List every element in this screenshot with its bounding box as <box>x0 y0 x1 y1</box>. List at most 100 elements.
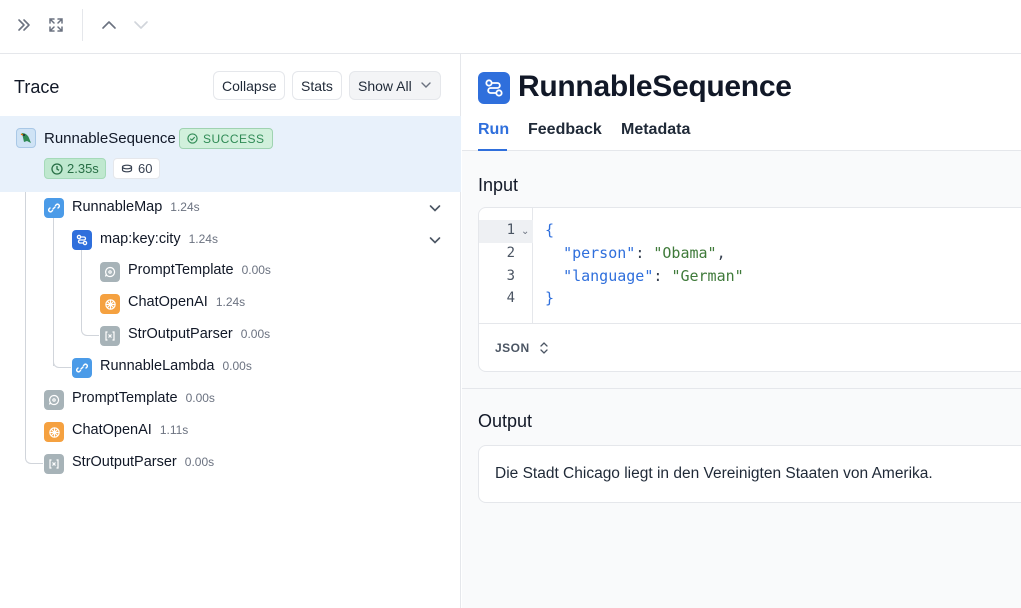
top-toolbar <box>0 0 1021 54</box>
code-line: "language": "German" <box>563 267 744 285</box>
json-key: "person" <box>563 244 636 262</box>
input-code-viewer[interactable]: 1 2 3 4 ⌄ { "person": "Obama", "language… <box>478 207 1021 372</box>
link-icon <box>72 358 92 378</box>
code-line: "person": "Obama", <box>563 244 726 262</box>
openai-icon <box>44 422 64 442</box>
json-value: "Obama" <box>653 244 717 262</box>
node-name: RunnableLambda <box>100 358 215 374</box>
detail-tabs: Run Feedback Metadata <box>462 114 1021 151</box>
show-all-dropdown[interactable]: Show All <box>349 71 441 100</box>
output-viewer[interactable]: Die Stadt Chicago liegt in den Vereinigt… <box>478 445 1021 503</box>
tree-connector <box>25 192 26 452</box>
stats-button[interactable]: Stats <box>292 71 342 100</box>
line-number: 1 <box>506 222 515 238</box>
output-heading: Output <box>478 411 533 431</box>
node-time: 0.00s <box>185 391 215 405</box>
tree-connector <box>81 250 82 326</box>
node-time: 0.00s <box>240 327 271 341</box>
json-brace: } <box>545 289 555 307</box>
section-divider <box>462 388 1021 389</box>
trace-node-stroutputparser[interactable]: StrOutputParser 0.00s <box>72 454 214 476</box>
tab-metadata[interactable]: Metadata <box>621 121 690 139</box>
parser-icon <box>44 454 64 474</box>
fold-chevron-icon[interactable]: ⌄ <box>521 226 529 237</box>
trace-root-row[interactable]: RunnableSequence SUCCESS 2.35s 60 <box>0 116 461 192</box>
link-icon <box>44 198 64 218</box>
check-circle-icon <box>187 133 198 144</box>
trace-title: Trace <box>14 77 60 97</box>
collapse-button[interactable]: Collapse <box>213 71 286 100</box>
code-line: } <box>545 289 554 307</box>
format-label: JSON <box>495 341 530 355</box>
format-selector[interactable]: JSON <box>495 341 548 355</box>
node-time: 1.24s <box>188 232 218 246</box>
coins-icon <box>121 164 133 172</box>
trace-node-runnablelambda[interactable]: RunnableLambda 0.00s <box>100 358 252 380</box>
line-gutter: 1 2 3 4 ⌄ <box>479 208 533 323</box>
node-name: PromptTemplate <box>128 262 234 278</box>
sequence-icon <box>478 72 510 104</box>
chevron-down-icon <box>420 78 432 94</box>
tab-run[interactable]: Run <box>478 121 509 139</box>
node-time: 1.24s <box>170 200 200 214</box>
node-name: PromptTemplate <box>72 390 178 406</box>
trace-node-map-key-city[interactable]: map:key:city 1.24s <box>100 231 218 253</box>
openai-icon <box>100 294 120 314</box>
chevron-down-icon[interactable] <box>130 14 152 36</box>
chevron-down-icon[interactable] <box>427 200 443 216</box>
node-name: RunnableMap <box>72 199 163 215</box>
node-name: map:key:city <box>100 231 181 247</box>
line-number: 4 <box>506 290 515 306</box>
expand-icon[interactable] <box>45 14 67 36</box>
code-line: { <box>545 221 554 239</box>
chevron-up-icon[interactable] <box>98 14 120 36</box>
tree-connector <box>25 452 43 464</box>
json-brace: { <box>545 221 555 239</box>
latency-value: 2.35s <box>67 161 99 176</box>
status-text: SUCCESS <box>203 131 265 146</box>
node-time: 0.00s <box>184 455 215 469</box>
node-name: ChatOpenAI <box>72 422 152 438</box>
sequence-icon <box>72 230 92 250</box>
json-key: "language" <box>563 267 654 285</box>
show-all-label: Show All <box>358 77 412 94</box>
parser-icon <box>100 326 120 346</box>
clock-icon <box>51 162 63 175</box>
trace-node-stroutputparser[interactable]: StrOutputParser 0.00s <box>128 326 270 348</box>
trace-node-prompttemplate[interactable]: PromptTemplate 0.00s <box>128 262 271 284</box>
status-badge: SUCCESS <box>179 128 273 149</box>
tokens-value: 60 <box>138 161 153 176</box>
node-time: 1.11s <box>159 423 189 437</box>
toolbar-divider <box>82 9 83 41</box>
input-heading: Input <box>478 175 519 195</box>
tab-feedback[interactable]: Feedback <box>528 121 602 139</box>
sort-chevrons-icon <box>540 342 548 354</box>
trace-node-chatopenai[interactable]: ChatOpenAI 1.24s <box>128 294 245 316</box>
double-chevron-right-icon[interactable] <box>13 14 35 36</box>
trace-node-runnablemap[interactable]: RunnableMap 1.24s <box>72 199 200 221</box>
latency-badge: 2.35s <box>44 158 106 179</box>
node-time: 0.00s <box>222 359 252 373</box>
tree-connector <box>81 324 99 336</box>
output-text: Die Stadt Chicago liegt in den Vereinigt… <box>495 465 933 482</box>
tree-connector <box>53 356 71 368</box>
node-time: 0.00s <box>241 263 271 277</box>
line-number: 2 <box>506 245 515 261</box>
run-title: RunnableSequence <box>518 70 792 103</box>
trace-node-prompttemplate[interactable]: PromptTemplate 0.00s <box>72 390 215 412</box>
trace-node-chatopenai[interactable]: ChatOpenAI 1.11s <box>72 422 188 444</box>
run-detail-panel: RunnableSequence Run Feedback Metadata I… <box>462 54 1021 608</box>
prompt-icon <box>100 262 120 282</box>
chevron-down-icon[interactable] <box>427 232 443 248</box>
trace-panel: Trace Collapse Stats Show All RunnableSe… <box>0 54 461 608</box>
tree-connector <box>53 218 54 366</box>
parrot-icon <box>16 128 36 148</box>
node-name: StrOutputParser <box>72 454 177 470</box>
line-number: 3 <box>506 268 515 284</box>
node-name: ChatOpenAI <box>128 294 208 310</box>
json-value: "German" <box>671 267 744 285</box>
node-name: StrOutputParser <box>128 326 233 342</box>
node-time: 1.24s <box>215 295 246 309</box>
prompt-icon <box>44 390 64 410</box>
root-run-name: RunnableSequence <box>44 130 176 147</box>
